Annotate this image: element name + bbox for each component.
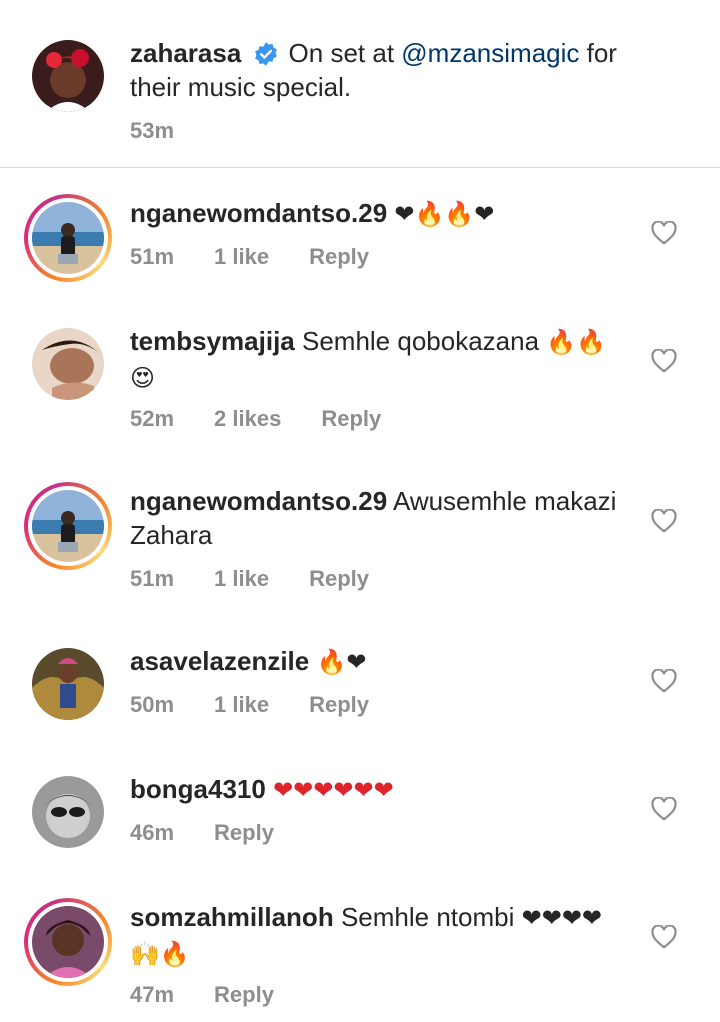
comment-meta: 51m 1 like Reply [130,244,409,270]
caption-text: zaharasa On set at @mzansimagic for thei… [130,36,630,104]
comment-username[interactable]: tembsymajija [130,326,295,356]
comment-username[interactable]: somzahmillanoh [130,902,334,932]
comment-text: somzahmillanoh Semhle ntombi ❤❤❤❤🙌🔥 [130,900,630,972]
reply-button[interactable]: Reply [214,982,274,1007]
heart-outline-icon[interactable] [651,925,677,949]
comment-username[interactable]: nganewomdantso.29 [130,198,387,228]
comment-time: 47m [130,982,175,1007]
comment-meta: 51m 1 like Reply [130,566,409,592]
bonga4310-avatar[interactable] [32,776,104,848]
comment-meta: 50m 1 like Reply [130,692,409,718]
caption-text-before: On set at [288,38,402,68]
verified-badge-icon [254,42,277,66]
comment-time: 46m [130,820,175,845]
comment-meta: 46m Reply [130,820,314,846]
heart-outline-icon[interactable] [651,797,677,821]
caption-time: 53m [130,118,175,143]
heart-outline-icon[interactable] [651,349,677,373]
commenter-avatar-ring[interactable] [24,898,112,986]
comment-likes[interactable]: 1 like [214,566,269,591]
heart-outline-icon[interactable] [651,221,677,245]
caption-username[interactable]: zaharasa [130,38,241,68]
nganewomdantso-avatar [32,490,104,562]
comment-meta: 47m Reply [130,982,314,1008]
comment-body: Semhle qobokazana [301,326,540,356]
comment-emoji: 🔥❤ [316,649,367,676]
comment-text: bonga4310 ❤❤❤❤❤❤ [130,772,630,808]
zaharasa-avatar[interactable] [32,40,104,112]
reply-button[interactable]: Reply [321,406,381,431]
somzahmillanoh-avatar [32,906,104,978]
reply-button[interactable]: Reply [214,820,274,845]
commenter-avatar-ring[interactable] [24,194,112,282]
comment-time: 52m [130,406,175,431]
reply-button[interactable]: Reply [309,244,369,269]
asavelazenzile-avatar[interactable] [32,648,104,720]
comment-meta: 52m 2 likes Reply [130,406,421,432]
comment-username[interactable]: nganewomdantso.29 [130,486,387,516]
caption-mention[interactable]: @mzansimagic [401,38,579,68]
comment-likes[interactable]: 2 likes [214,406,281,431]
caption-meta: 53m [130,118,214,144]
nganewomdantso-avatar [32,202,104,274]
comment-emoji: ❤🔥🔥❤ [394,201,495,228]
comment-time: 51m [130,244,175,269]
comment-time: 50m [130,692,175,717]
commenter-avatar-ring[interactable] [24,482,112,570]
comment-body: Semhle ntombi [340,902,515,932]
comment-time: 51m [130,566,175,591]
comment-emoji: ❤❤❤❤❤❤ [273,777,394,804]
heart-outline-icon[interactable] [651,509,677,533]
comment-text: nganewomdantso.29 Awusemhle makazi Zahar… [130,484,630,552]
comment-text: nganewomdantso.29 ❤🔥🔥❤ [130,196,630,232]
tembsymajija-avatar[interactable] [32,328,104,400]
heart-outline-icon[interactable] [651,669,677,693]
comment-username[interactable]: asavelazenzile [130,646,309,676]
reply-button[interactable]: Reply [309,692,369,717]
comment-text: tembsymajija Semhle qobokazana 🔥🔥😍 [130,324,630,396]
comment-text: asavelazenzile 🔥❤ [130,644,630,680]
post-caption: zaharasa On set at @mzansimagic for thei… [0,0,720,168]
reply-button[interactable]: Reply [309,566,369,591]
comment-likes[interactable]: 1 like [214,692,269,717]
comment-username[interactable]: bonga4310 [130,774,266,804]
comment-likes[interactable]: 1 like [214,244,269,269]
